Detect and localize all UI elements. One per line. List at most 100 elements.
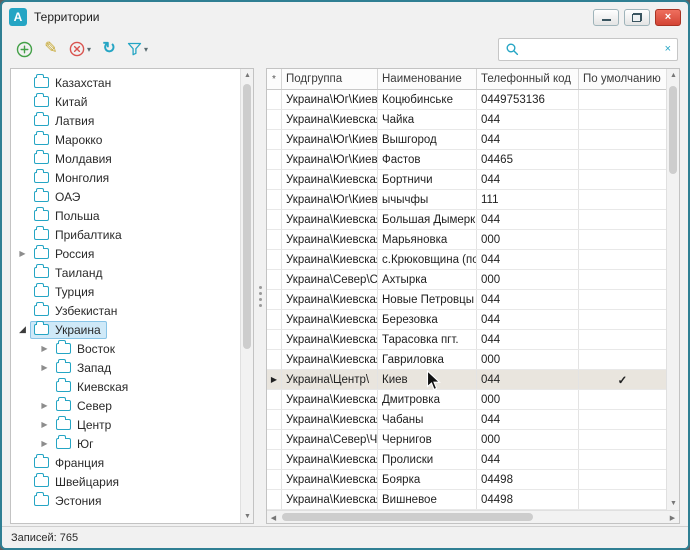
row-selector-cell[interactable] xyxy=(267,90,282,109)
tree-collapsed-icon[interactable]: ▶ xyxy=(15,249,30,258)
row-selector-cell[interactable] xyxy=(267,210,282,229)
table-row[interactable]: Украина\КиевскаяНовые Петровцы044 xyxy=(267,290,666,310)
grid-vscroll-track[interactable] xyxy=(667,82,679,497)
row-selector-cell[interactable] xyxy=(267,250,282,269)
close-button[interactable]: × xyxy=(655,9,681,26)
table-row[interactable]: Украина\Юг\Киевскычычфы111 xyxy=(267,190,666,210)
tree-node[interactable]: Марокко xyxy=(30,131,108,149)
row-selector-cell[interactable] xyxy=(267,110,282,129)
tree-node[interactable]: Запад xyxy=(52,359,117,377)
tree-collapsed-icon[interactable]: ▶ xyxy=(37,420,52,429)
edit-button[interactable]: ✎ xyxy=(39,36,63,62)
table-row[interactable]: Украина\Киевскаяс.Крюковщина (по044 xyxy=(267,250,666,270)
column-header-default[interactable]: По умолчанию xyxy=(579,69,666,89)
table-row[interactable]: Украина\КиевскаяБортничи044 xyxy=(267,170,666,190)
row-selector-cell[interactable] xyxy=(267,270,282,289)
row-selector-cell[interactable] xyxy=(267,230,282,249)
tree-node[interactable]: Юг xyxy=(52,435,100,453)
delete-dropdown-caret-icon[interactable]: ▾ xyxy=(87,45,91,54)
tree-item[interactable]: Франция xyxy=(11,453,240,472)
row-selector-cell[interactable] xyxy=(267,290,282,309)
tree-node[interactable]: Латвия xyxy=(30,112,100,130)
row-selector-cell[interactable] xyxy=(267,490,282,509)
tree-node[interactable]: Молдавия xyxy=(30,150,118,168)
tree-node[interactable]: ОАЭ xyxy=(30,188,86,206)
table-row[interactable]: Украина\КиевскаяЧабаны044 xyxy=(267,410,666,430)
tree-item[interactable]: Казахстан xyxy=(11,73,240,92)
maximize-button[interactable] xyxy=(624,9,650,26)
table-row[interactable]: Украина\Север\СумАхтырка000 xyxy=(267,270,666,290)
tree-item[interactable]: ▶Центр xyxy=(11,415,240,434)
panel-splitter[interactable] xyxy=(254,68,266,524)
tree-node[interactable]: Китай xyxy=(30,93,93,111)
tree-node[interactable]: Восток xyxy=(52,340,121,358)
tree-item[interactable]: Польша xyxy=(11,206,240,225)
table-row[interactable]: ▶Украина\Центр\Киев044✓ xyxy=(267,370,666,390)
tree-node[interactable]: Центр xyxy=(52,416,117,434)
tree-item[interactable]: Таиланд xyxy=(11,263,240,282)
tree-collapsed-icon[interactable]: ▶ xyxy=(37,344,52,353)
tree-item[interactable]: ▶Запад xyxy=(11,358,240,377)
scroll-up-icon[interactable]: ▲ xyxy=(241,69,254,82)
table-row[interactable]: Украина\КиевскаяДмитровка000 xyxy=(267,390,666,410)
table-row[interactable]: Украина\Юг\КиевскФастов04465 xyxy=(267,150,666,170)
current-row-arrow-icon[interactable]: ▶ xyxy=(267,370,282,389)
tree-item[interactable]: Молдавия xyxy=(11,149,240,168)
tree-node[interactable]: Франция xyxy=(30,454,110,472)
table-row[interactable]: Украина\КиевскаяВишневое04498 xyxy=(267,490,666,510)
tree-node[interactable]: Россия xyxy=(30,245,100,263)
tree-scroll-track[interactable] xyxy=(241,82,253,510)
filter-dropdown-caret-icon[interactable]: ▾ xyxy=(144,45,148,54)
refresh-button[interactable]: ↻ xyxy=(97,36,121,62)
tree-item[interactable]: ▶Юг xyxy=(11,434,240,453)
row-selector-cell[interactable] xyxy=(267,350,282,369)
scroll-left-icon[interactable]: ◀ xyxy=(267,511,280,524)
scroll-down-icon[interactable]: ▼ xyxy=(667,497,679,510)
grid-vertical-scrollbar[interactable]: ▲ ▼ xyxy=(666,69,679,510)
filter-button[interactable]: ▾ xyxy=(124,36,151,62)
tree-node[interactable]: Киевская xyxy=(52,378,134,396)
grid-hscroll-thumb[interactable] xyxy=(282,513,533,521)
row-selector-cell[interactable] xyxy=(267,150,282,169)
add-button[interactable] xyxy=(12,36,36,62)
tree-item[interactable]: Эстония xyxy=(11,491,240,510)
grid-hscroll-track[interactable] xyxy=(280,511,666,523)
tree-collapsed-icon[interactable]: ▶ xyxy=(37,439,52,448)
tree-scrollbar[interactable]: ▲ ▼ xyxy=(240,69,253,523)
tree-item[interactable]: Узбекистан xyxy=(11,301,240,320)
scroll-up-icon[interactable]: ▲ xyxy=(667,69,679,82)
column-header-name[interactable]: Наименование xyxy=(378,69,477,89)
table-row[interactable]: Украина\КиевскаяМарьяновка000 xyxy=(267,230,666,250)
row-selector-cell[interactable] xyxy=(267,190,282,209)
tree-collapsed-icon[interactable]: ▶ xyxy=(37,363,52,372)
grid-vscroll-thumb[interactable] xyxy=(669,86,677,174)
tree-node[interactable]: Эстония xyxy=(30,492,108,510)
tree-item[interactable]: Монголия xyxy=(11,168,240,187)
column-header-phone-code[interactable]: Телефонный код xyxy=(477,69,579,89)
tree-item[interactable]: Китай xyxy=(11,92,240,111)
tree-item[interactable]: ОАЭ xyxy=(11,187,240,206)
tree-item[interactable]: Турция xyxy=(11,282,240,301)
table-row[interactable]: Украина\Север\ЧерЧернигов000 xyxy=(267,430,666,450)
table-row[interactable]: Украина\КиевскаяПролиски044 xyxy=(267,450,666,470)
scroll-down-icon[interactable]: ▼ xyxy=(241,510,254,523)
search-clear-icon[interactable]: × xyxy=(665,44,671,55)
column-header-subgroup[interactable]: Подгруппа xyxy=(282,69,378,89)
tree-node[interactable]: Прибалтика xyxy=(30,226,128,244)
tree-node[interactable]: Украина xyxy=(30,321,107,339)
tree-node[interactable]: Север xyxy=(52,397,118,415)
tree-item[interactable]: Киевская xyxy=(11,377,240,396)
delete-button[interactable]: ▾ xyxy=(66,36,94,62)
row-selector-cell[interactable] xyxy=(267,390,282,409)
table-row[interactable]: Украина\КиевскаяБерезовка044 xyxy=(267,310,666,330)
tree-scroll-thumb[interactable] xyxy=(243,84,251,349)
tree-node[interactable]: Таиланд xyxy=(30,264,108,282)
table-row[interactable]: Украина\КиевскаяТарасовка пгт.044 xyxy=(267,330,666,350)
tree-item[interactable]: Прибалтика xyxy=(11,225,240,244)
tree-node[interactable]: Казахстан xyxy=(30,74,117,92)
table-row[interactable]: Украина\КиевскаяЧайка044 xyxy=(267,110,666,130)
tree-node[interactable]: Польша xyxy=(30,207,106,225)
row-selector-cell[interactable] xyxy=(267,330,282,349)
search-input[interactable] xyxy=(524,42,660,56)
table-row[interactable]: Украина\Юг\КиевскКоцюбинське0449753136 xyxy=(267,90,666,110)
